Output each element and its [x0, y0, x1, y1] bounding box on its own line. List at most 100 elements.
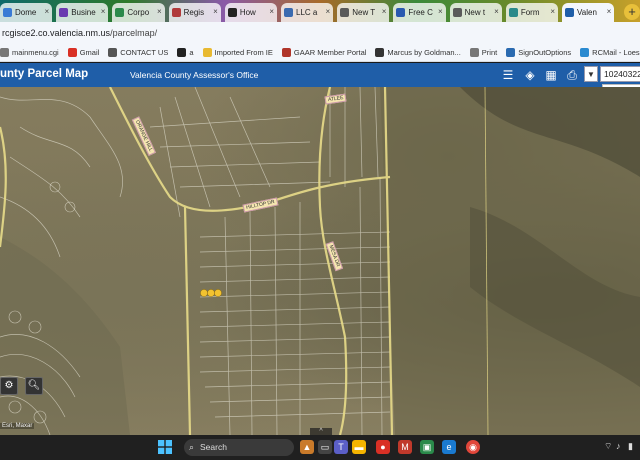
bookmark-icon [67, 48, 77, 57]
map-imagery [0, 87, 640, 435]
browser-tab[interactable]: Busine × [56, 3, 109, 22]
browser-tab-strip: Dome × Busine × Corpo × Regis × How × LLC a × New T ×… [0, 0, 640, 22]
taskbar-search-box[interactable]: ⌕ Search [184, 439, 294, 456]
browser-tab[interactable]: New t × [449, 3, 502, 22]
bookmarks-bar: mainmenu.cgi Gmail CONTACT US a Imported Fro… [0, 44, 640, 62]
zoom-tool-button[interactable]: 🔍︎ [25, 377, 43, 395]
bookmark-icon [281, 48, 291, 57]
close-tab-icon[interactable]: × [607, 7, 612, 16]
bookmark-item[interactable]: Print [469, 48, 498, 57]
bookmark-item[interactable]: SignOutOptions [506, 48, 571, 57]
bookmark-item[interactable]: Imported From IE [202, 48, 273, 57]
close-tab-icon[interactable]: × [494, 7, 499, 16]
browser-tab[interactable]: How × [224, 3, 278, 22]
teams-icon[interactable]: T [334, 440, 348, 454]
bookmark-label: RCMail - Loesl Silva... [592, 48, 640, 57]
parcel-map[interactable]: ATLEE ORANGE HILL HILLTOP DR MESA DR ⚙ 🔍… [0, 87, 640, 435]
close-tab-icon[interactable]: × [438, 7, 443, 16]
tab-favicon-icon [115, 8, 125, 17]
browser-tab[interactable]: Dome × [0, 3, 53, 22]
tab-label: Free C [408, 8, 433, 17]
basemap-grid-icon[interactable]: ▦ [544, 68, 558, 82]
bookmark-item[interactable]: mainmenu.cgi [0, 48, 59, 57]
address-bar[interactable]: rcgisce2.co.valencia.nm.us/parcelmap/ [0, 22, 640, 44]
tab-label: Corpo [127, 8, 150, 17]
browser-tab[interactable]: Regis × [168, 3, 221, 22]
layers-icon[interactable]: ◈ [523, 68, 537, 82]
notification-app-icon[interactable]: ● [376, 440, 390, 454]
close-tab-icon[interactable]: × [382, 7, 387, 16]
tab-favicon-icon [3, 8, 12, 17]
bookmark-label: mainmenu.cgi [12, 48, 59, 57]
bookmark-label: Print [481, 48, 498, 57]
browser-tab[interactable]: LLC a × [281, 3, 334, 22]
close-tab-icon[interactable]: × [269, 7, 274, 16]
bookmark-label: a [189, 48, 194, 57]
bookmark-item[interactable]: Gmail [67, 48, 99, 57]
widget-icon[interactable]: ▲ [300, 440, 314, 454]
browser-tab[interactable]: Valen × [562, 3, 615, 22]
bookmark-icon [580, 48, 590, 57]
bookmark-item[interactable]: GAAR Member Portal [281, 48, 366, 57]
bookmark-icon [108, 48, 118, 57]
edge-icon[interactable]: e [442, 440, 456, 454]
parcel-search-input[interactable] [600, 66, 640, 82]
search-type-dropdown[interactable]: ▼ [584, 66, 598, 82]
map-attribution: Esri, Maxar [0, 423, 35, 429]
wifi-icon[interactable]: ⌔ [604, 441, 612, 452]
bookmark-item[interactable]: Marcus by Goldman... [375, 48, 461, 57]
tab-favicon-icon [284, 8, 294, 17]
battery-icon[interactable]: ▮ [628, 441, 633, 452]
tab-favicon-icon [396, 8, 406, 17]
tab-label: New t [464, 8, 486, 17]
bookmark-item[interactable]: CONTACT US [108, 48, 168, 57]
list-icon[interactable]: ☰ [501, 68, 515, 82]
browser-tab[interactable]: Form × [505, 3, 559, 22]
tab-label: Busine [71, 8, 96, 17]
tab-label: Form [520, 8, 540, 17]
address-host: rcgisce2.co.valencia.nm.us [2, 28, 111, 38]
browser-tab[interactable]: Free C × [393, 3, 446, 22]
tab-favicon-icon [59, 8, 69, 17]
windows-start-icon[interactable] [158, 440, 172, 454]
close-tab-icon[interactable]: × [550, 7, 555, 16]
tab-label: Regis [183, 8, 205, 17]
store-icon[interactable]: ▣ [420, 440, 434, 454]
print-icon[interactable]: ⎙ [565, 68, 579, 82]
screen: Dome × Busine × Corpo × Regis × How × LLC a × New T ×… [0, 0, 640, 460]
app-header: unty Parcel Map Valencia County Assessor… [0, 63, 640, 87]
address-text[interactable]: rcgisce2.co.valencia.nm.us/parcelmap/ [0, 28, 157, 38]
task-view-icon[interactable]: ▭ [318, 440, 332, 454]
tab-favicon-icon [171, 8, 181, 17]
address-path: /parcelmap/ [110, 28, 158, 38]
magnifier-icon: ⌕ [189, 442, 195, 452]
tab-favicon-icon [227, 8, 237, 17]
new-tab-button[interactable]: + [624, 4, 640, 20]
bookmark-item[interactable]: a [177, 48, 194, 57]
bookmark-icon [506, 48, 516, 57]
volume-icon[interactable]: ♪ [616, 441, 621, 451]
bookmark-label: Imported From IE [214, 48, 273, 57]
app-title: unty Parcel Map [0, 68, 89, 80]
tab-favicon-icon [452, 8, 462, 17]
browser-tab[interactable]: New T × [337, 3, 390, 22]
mcafee-icon[interactable]: M [398, 440, 412, 454]
file-explorer-icon[interactable]: ▬ [352, 440, 366, 454]
bookmark-label: CONTACT US [120, 48, 169, 57]
app-subtitle: Valencia County Assessor's Office [130, 70, 259, 80]
close-tab-icon[interactable]: × [45, 7, 50, 16]
close-tab-icon[interactable]: × [157, 7, 162, 16]
tab-favicon-icon [508, 8, 518, 17]
close-tab-icon[interactable]: × [326, 7, 331, 16]
tab-label: Dome [15, 8, 37, 17]
windows-taskbar: ⌕ Search ▲ ▭ T ▬ ● M ▣ e ◉ ⌔ ♪ ▮ [0, 435, 640, 460]
measure-tool-button[interactable]: ⚙ [0, 377, 18, 395]
close-tab-icon[interactable]: × [101, 7, 106, 16]
close-tab-icon[interactable]: × [213, 7, 218, 16]
browser-tab[interactable]: Corpo × [112, 3, 165, 22]
chrome-icon[interactable]: ◉ [466, 440, 480, 454]
tab-favicon-icon [340, 8, 350, 17]
bookmark-item[interactable]: RCMail - Loesl Silva... [580, 48, 640, 57]
tab-favicon-icon [565, 8, 575, 17]
tab-label: How [239, 8, 256, 17]
